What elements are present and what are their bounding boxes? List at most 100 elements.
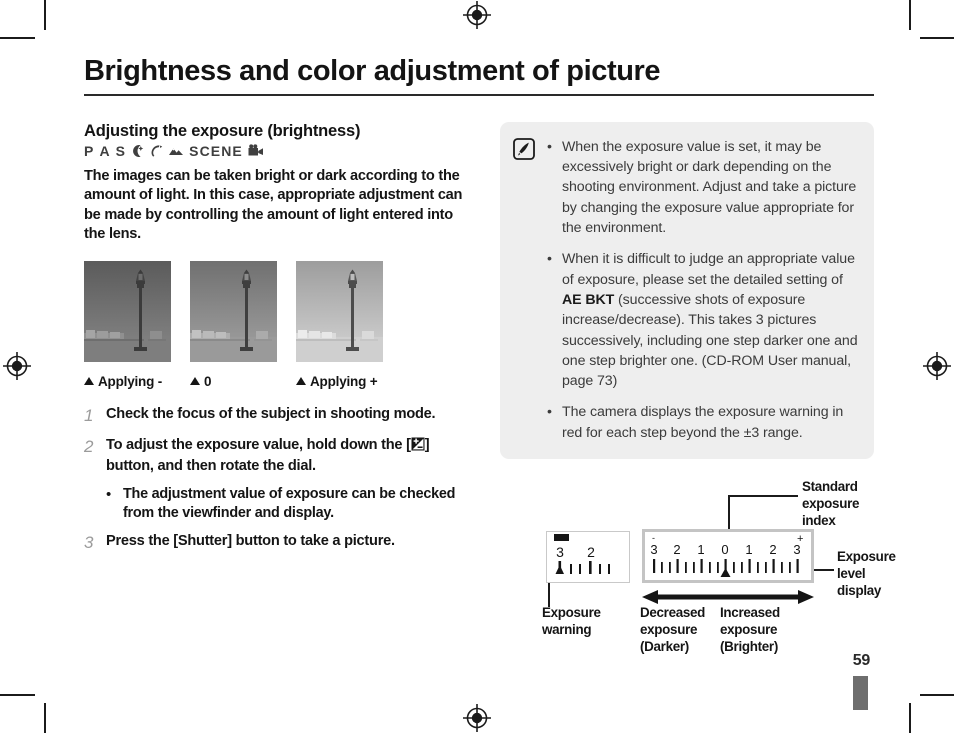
- note-item-1: • When the exposure value is set, it may…: [547, 137, 858, 238]
- photo-caption-minus-text: Applying -: [98, 373, 162, 389]
- page-title: Brightness and color adjustment of pictu…: [84, 55, 661, 87]
- manual-page: Brightness and color adjustment of pictu…: [84, 55, 896, 686]
- step-2-sub-text: The adjustment value of exposure can be …: [123, 486, 456, 522]
- note-item-3: • The camera displays the exposure warni…: [547, 402, 858, 443]
- ae-bkt-term: AE BKT: [562, 291, 615, 308]
- step-1-number: 1: [84, 405, 94, 425]
- step-2-sub-bullet: • The adjustment value of exposure can b…: [106, 485, 466, 523]
- sample-photo-brighter: [296, 260, 383, 362]
- sample-photo-standard: [190, 260, 277, 362]
- note-item-1-text: When the exposure value is set, it may b…: [562, 138, 857, 237]
- exposure-level-display: - + 3 2 1 0 1 2 3: [642, 529, 814, 584]
- crop-mark-br-h: [920, 694, 954, 696]
- note-item-2-text: When it is difficult to judge an appropr…: [562, 249, 858, 391]
- night-mode-icon: [131, 144, 145, 158]
- registration-target-left: [2, 351, 32, 381]
- crop-mark-tl-h: [0, 37, 35, 39]
- step-3-number: 3: [84, 533, 94, 553]
- svg-text:2: 2: [673, 542, 680, 557]
- bullet-dot-icon: •: [547, 251, 552, 268]
- exposure-compensation-icon: [411, 437, 425, 457]
- mode-s: S: [115, 142, 127, 159]
- step-2-number: 2: [84, 436, 94, 456]
- section-heading: Adjusting the exposure (brightness): [84, 121, 361, 140]
- crop-mark-br-v: [909, 703, 911, 733]
- bullet-dot-icon: •: [547, 404, 552, 421]
- step-3-text: Press the [Shutter] button to take a pic…: [106, 532, 395, 554]
- crop-mark-bl-v: [44, 703, 46, 733]
- landscape-mode-icon: [168, 145, 184, 157]
- registration-target-bottom: [462, 703, 492, 733]
- step-1-text: Check the focus of the subject in shooti…: [106, 405, 436, 422]
- photo-caption-plus-text: Applying +: [310, 373, 378, 389]
- photo-cell-minus: [84, 260, 171, 362]
- step-2: 2 To adjust the exposure value, hold dow…: [84, 436, 466, 477]
- crop-mark-tr-v: [909, 0, 911, 30]
- exposure-direction-arrow: [642, 589, 814, 605]
- photo-cell-plus: [296, 260, 383, 362]
- mode-a: A: [99, 142, 111, 159]
- label-exposure-level-display: Exposure level display: [837, 549, 896, 598]
- registration-target-right: [922, 351, 952, 381]
- svg-text:3: 3: [793, 542, 800, 557]
- shutter-button-label: [Shutter]: [173, 533, 232, 550]
- exposure-warning-display: 3 2: [546, 531, 630, 584]
- photo-caption-zero-text: 0: [204, 373, 212, 389]
- leader-standard-index-h: [728, 495, 798, 497]
- label-increased-exposure: Increased exposure (Brighter): [720, 605, 780, 654]
- mode-scene: SCENE: [189, 142, 243, 159]
- note-box: • When the exposure value is set, it may…: [500, 121, 874, 460]
- step-3-text-after: button to take a picture.: [231, 533, 395, 550]
- svg-text:2: 2: [769, 542, 776, 557]
- photo-caption-minus: Applying -: [84, 374, 190, 389]
- exposure-diagram: 3 2 - + 3 2 1 0 1 2 3 Standard exposure …: [500, 477, 896, 667]
- step-3-text-before: Press the: [106, 533, 174, 550]
- triangle-marker-icon: [84, 376, 94, 385]
- note-item-2-before: When it is difficult to judge an appropr…: [562, 251, 855, 288]
- step-2-text-before: To adjust the exposure value, hold down …: [106, 436, 411, 453]
- svg-text:1: 1: [745, 542, 752, 557]
- exposure-scale-inner: - + 3 2 1 0 1 2 3: [645, 532, 811, 581]
- label-standard-exposure-index: Standard exposure index: [802, 479, 860, 528]
- left-column: Adjusting the exposure (brightness) P A …: [84, 122, 466, 563]
- triangle-marker-icon: [190, 376, 200, 385]
- mode-icons-row: P A S SCENE: [84, 143, 466, 159]
- triangle-marker-icon: [296, 376, 306, 385]
- movie-mode-icon: [248, 144, 264, 157]
- registration-target-top: [462, 0, 492, 30]
- crop-mark-tr-h: [920, 37, 954, 39]
- svg-text:0: 0: [721, 542, 728, 557]
- step-1: 1 Check the focus of the subject in shoo…: [84, 405, 466, 427]
- bullet-dot-icon: •: [106, 486, 112, 504]
- note-list: • When the exposure value is set, it may…: [547, 137, 858, 443]
- mode-p: P: [84, 142, 95, 159]
- leader-standard-index-v: [728, 495, 730, 534]
- title-divider: [84, 93, 874, 96]
- intro-paragraph: The images can be taken bright or dark a…: [84, 167, 463, 243]
- note-item-3-text: The camera displays the exposure warning…: [562, 404, 844, 441]
- photo-caption-plus: Applying +: [296, 373, 378, 389]
- note-item-2: • When it is difficult to judge an appro…: [547, 249, 858, 391]
- svg-text:3: 3: [556, 544, 564, 560]
- page-tab-marker: [853, 676, 868, 710]
- sample-photos: [84, 260, 466, 362]
- svg-text:3: 3: [650, 542, 657, 557]
- label-decreased-exposure: Decreased exposure (Darker): [640, 605, 706, 654]
- right-column: • When the exposure value is set, it may…: [500, 121, 896, 667]
- note-pencil-icon: [513, 137, 537, 443]
- svg-text:2: 2: [587, 544, 595, 560]
- sample-photo-darker: [84, 260, 171, 362]
- photo-cell-zero: [190, 260, 277, 362]
- bullet-dot-icon: •: [547, 138, 552, 155]
- crop-mark-tl-v: [44, 0, 46, 30]
- step-3: 3 Press the [Shutter] button to take a p…: [84, 532, 466, 554]
- step-2-text: To adjust the exposure value, hold down …: [106, 436, 466, 477]
- photo-caption-zero: 0: [190, 374, 296, 389]
- crop-mark-bl-h: [0, 694, 35, 696]
- photo-captions: Applying - 0 Applying +: [84, 367, 466, 389]
- label-exposure-warning: Exposure warning: [542, 605, 601, 637]
- wave-mode-icon: [150, 144, 163, 158]
- content-columns: Adjusting the exposure (brightness) P A …: [84, 121, 896, 667]
- page-number: 59: [852, 652, 871, 669]
- svg-text:1: 1: [697, 542, 704, 557]
